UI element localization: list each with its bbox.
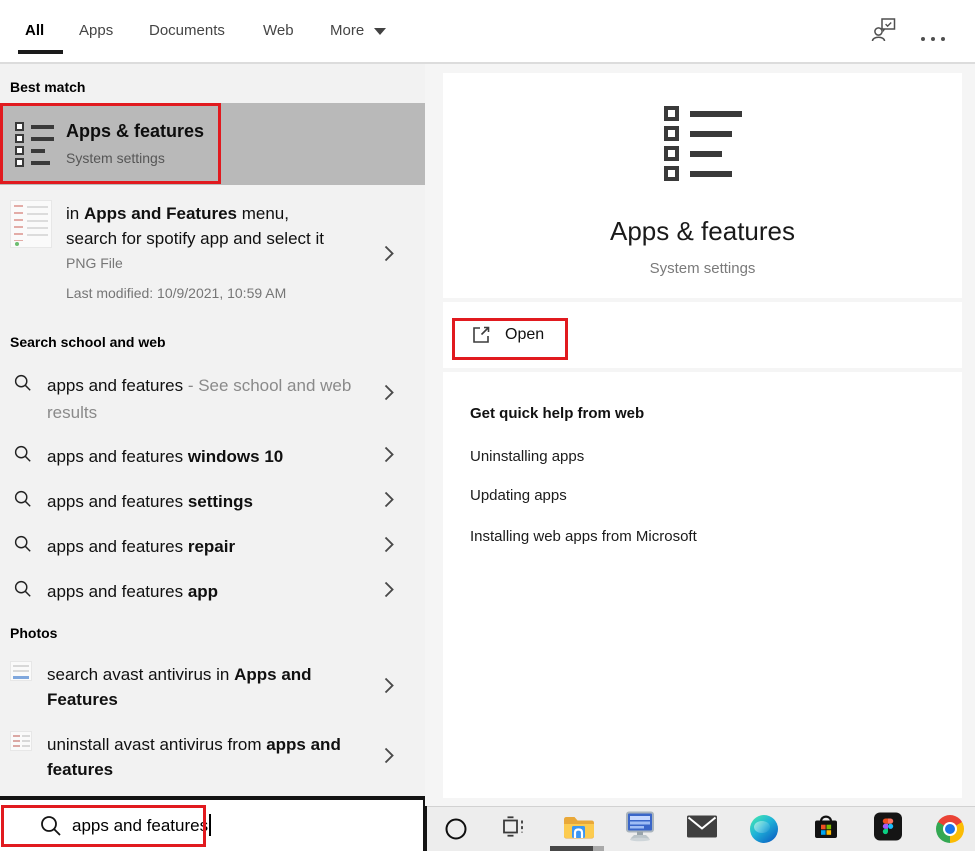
chevron-right-icon — [384, 747, 395, 769]
best-match-title: Apps & features — [66, 121, 204, 142]
photo-result-row[interactable]: uninstall avast antivirus from apps and … — [0, 725, 425, 787]
search-input-value: apps and features — [72, 814, 211, 836]
caret-down-icon[interactable] — [374, 28, 386, 35]
photo-result-row[interactable]: search avast antivirus in Apps and Featu… — [0, 655, 425, 717]
web-suggestion-row[interactable]: apps and features repair — [0, 526, 425, 571]
actions-card: Open — [443, 302, 962, 368]
feedback-icon[interactable] — [871, 17, 897, 48]
active-tab-underline — [18, 50, 63, 54]
help-header: Get quick help from web — [470, 405, 644, 422]
chevron-right-icon — [384, 536, 395, 558]
chevron-right-icon — [384, 384, 395, 406]
chevron-right-icon — [384, 581, 395, 603]
more-options-icon[interactable] — [921, 28, 951, 46]
web-suggestion-row[interactable]: apps and features windows 10 — [0, 436, 425, 481]
tab-all[interactable]: All — [25, 22, 44, 39]
text-cursor — [209, 814, 211, 836]
chevron-right-icon — [384, 446, 395, 468]
taskbar-active-indicator-secondary — [593, 846, 604, 851]
photo-thumbnail — [10, 661, 32, 681]
tab-more[interactable]: More — [330, 22, 364, 39]
app-subtitle: System settings — [650, 260, 756, 277]
tab-documents[interactable]: Documents — [149, 22, 225, 39]
file-result-text: in — [66, 204, 84, 223]
search-results-panel: Best match Apps & features System settin… — [0, 64, 425, 796]
taskbar-active-indicator — [550, 846, 593, 851]
result-detail-panel: Apps & features System settings Open Get… — [425, 64, 975, 806]
best-match-subtitle: System settings — [66, 150, 204, 166]
best-match-result[interactable]: Apps & features System settings — [0, 103, 425, 185]
help-link-installing[interactable]: Installing web apps from Microsoft — [470, 528, 697, 545]
file-result-row[interactable]: in Apps and Features menu, search for sp… — [0, 195, 425, 310]
file-thumbnail — [10, 200, 52, 248]
section-header-photos: Photos — [10, 625, 57, 641]
web-suggestion-row[interactable]: apps and features settings — [0, 481, 425, 526]
remote-desktop-icon[interactable] — [625, 812, 655, 847]
figma-icon[interactable] — [874, 813, 902, 846]
chrome-icon[interactable] — [936, 815, 964, 843]
app-detail-card: Apps & features System settings — [443, 73, 962, 298]
file-explorer-icon[interactable] — [562, 813, 594, 846]
search-icon — [14, 490, 32, 513]
search-filter-bar: All Apps Documents Web More — [0, 0, 975, 64]
app-title: Apps & features — [610, 216, 795, 247]
search-icon — [14, 535, 32, 558]
external-link-icon — [470, 324, 492, 351]
file-modified: Last modified: 10/9/2021, 10:59 AM — [66, 285, 286, 301]
apps-features-icon — [664, 106, 742, 186]
apps-features-icon — [15, 122, 54, 170]
cortana-icon[interactable] — [446, 819, 467, 840]
chevron-right-icon — [384, 677, 395, 699]
help-link-updating[interactable]: Updating apps — [470, 487, 567, 504]
tab-web[interactable]: Web — [263, 22, 294, 39]
chevron-right-icon — [384, 491, 395, 513]
photo-thumbnail — [10, 731, 32, 751]
search-icon — [14, 445, 32, 468]
taskbar — [427, 806, 975, 851]
help-link-uninstalling[interactable]: Uninstalling apps — [470, 448, 584, 465]
microsoft-store-icon[interactable] — [811, 812, 841, 847]
quick-help-card: Get quick help from web Uninstalling app… — [443, 372, 962, 798]
section-header-web: Search school and web — [10, 334, 166, 350]
search-icon — [40, 815, 62, 842]
chevron-right-icon — [384, 245, 395, 267]
section-header-best-match: Best match — [10, 79, 85, 95]
task-view-icon[interactable] — [501, 814, 527, 845]
web-suggestion-row[interactable]: apps and features - See school and web r… — [0, 365, 425, 425]
taskbar-search-input[interactable]: apps and features — [0, 796, 427, 851]
search-icon — [14, 374, 32, 397]
windows-search-flyout: All Apps Documents Web More Best match — [0, 0, 975, 851]
open-button[interactable]: Open — [505, 326, 544, 344]
web-suggestion-row[interactable]: apps and features app — [0, 571, 425, 616]
mail-icon[interactable] — [687, 816, 717, 843]
edge-icon[interactable] — [750, 815, 778, 843]
search-icon — [14, 580, 32, 603]
file-type: PNG File — [66, 255, 123, 271]
tab-apps[interactable]: Apps — [79, 22, 113, 39]
